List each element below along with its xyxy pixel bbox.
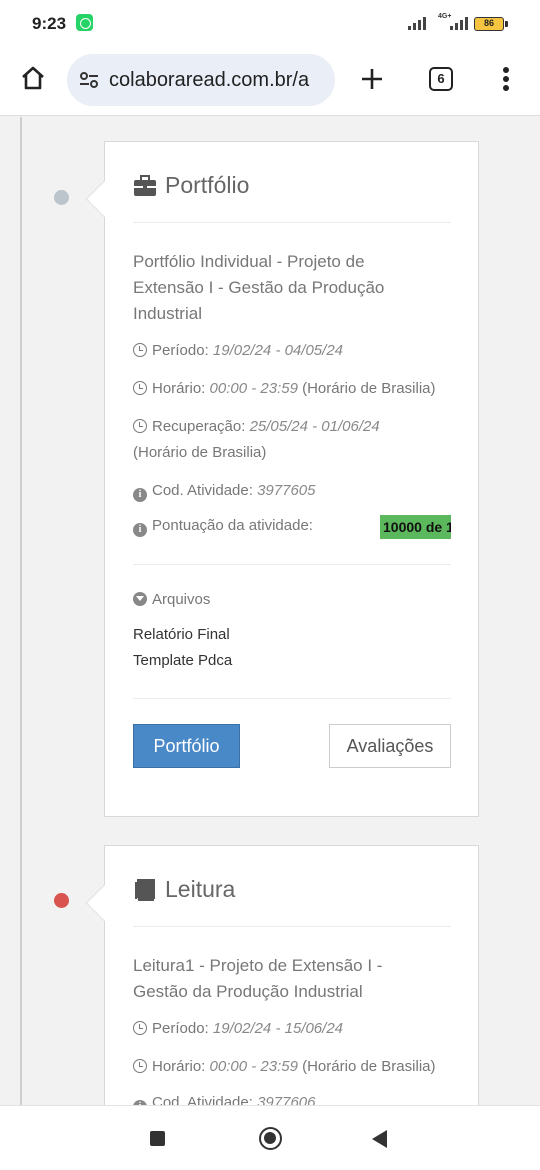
back-icon[interactable] bbox=[372, 1130, 387, 1148]
status-time: 9:23 bbox=[32, 14, 67, 33]
browser-toolbar: colaboraread.com.br/a 6 bbox=[0, 50, 540, 116]
card-title: Portfólio bbox=[133, 172, 249, 199]
activity-card-leitura: Leitura Leitura1 - Projeto de Extensão I… bbox=[86, 845, 479, 1105]
battery-icon: 86 bbox=[474, 17, 508, 31]
horario-row: Horário: 00:00 - 23:59 (Horário de Brasi… bbox=[133, 1054, 453, 1080]
clock-icon bbox=[133, 343, 147, 357]
site-settings-icon[interactable] bbox=[79, 70, 99, 90]
card-title: Leitura bbox=[133, 876, 235, 903]
cod-atividade-row: iCod. Atividade: 3977606 bbox=[133, 1090, 453, 1105]
timeline-dot-portfolio bbox=[54, 190, 69, 205]
new-tab-icon[interactable] bbox=[361, 68, 383, 90]
arquivos-label: Arquivos bbox=[133, 591, 210, 608]
address-bar[interactable]: colaboraread.com.br/a bbox=[67, 54, 335, 106]
status-bar: 9:23 4G+ 86 bbox=[0, 0, 540, 50]
book-icon bbox=[135, 878, 155, 901]
periodo-row: Período: 19/02/24 - 04/05/24 bbox=[133, 338, 453, 364]
divider bbox=[133, 698, 451, 699]
recuperacao-row: Recuperação: 25/05/24 - 01/06/24 (Horário… bbox=[133, 418, 380, 461]
activity-card-portfolio: Portfólio Portfólio Individual - Projeto… bbox=[86, 141, 479, 817]
avaliacoes-button[interactable]: Avaliações bbox=[329, 724, 451, 768]
whatsapp-notification-icon bbox=[76, 14, 93, 31]
wifi-signal-icon bbox=[408, 16, 426, 30]
download-icon bbox=[133, 592, 147, 606]
file-link-template-pdca[interactable]: Template Pdca bbox=[133, 652, 232, 669]
cod-atividade-row: i Cod. Atividade: 3977605 bbox=[133, 478, 453, 504]
timeline-line bbox=[20, 117, 22, 1105]
activity-name: Portfólio Individual - Projeto de Extens… bbox=[133, 252, 385, 323]
horario-row: Horário: 00:00 - 23:59 (Horário de Brasi… bbox=[133, 376, 453, 402]
info-icon: i bbox=[133, 523, 147, 537]
menu-icon[interactable] bbox=[502, 66, 510, 92]
card-type-label: Portfólio bbox=[165, 172, 250, 198]
periodo-row: Período: 19/02/24 - 15/06/24 bbox=[133, 1016, 453, 1042]
clock-icon bbox=[133, 381, 147, 395]
score-badge: 10000 de 1 bbox=[380, 515, 451, 539]
info-icon: i bbox=[133, 488, 147, 502]
clock-icon bbox=[133, 1059, 147, 1073]
clock-icon bbox=[133, 1021, 147, 1035]
divider bbox=[133, 564, 451, 565]
divider bbox=[133, 926, 451, 927]
clock-icon bbox=[133, 419, 147, 433]
activities-timeline: Portfólio Portfólio Individual - Projeto… bbox=[0, 117, 540, 1105]
recents-icon[interactable] bbox=[150, 1131, 165, 1146]
divider bbox=[133, 222, 451, 223]
file-link-relatorio-final[interactable]: Relatório Final bbox=[133, 626, 230, 643]
briefcase-icon bbox=[134, 174, 156, 196]
home-circle-icon[interactable] bbox=[259, 1127, 282, 1150]
tabs-icon[interactable]: 6 bbox=[429, 67, 453, 91]
portfolio-button[interactable]: Portfólio bbox=[133, 724, 240, 768]
home-icon[interactable] bbox=[20, 65, 46, 91]
url-text[interactable]: colaboraread.com.br/a bbox=[109, 69, 327, 92]
system-nav-bar bbox=[0, 1105, 540, 1170]
timeline-dot-leitura bbox=[54, 893, 69, 908]
activity-name: Leitura1 - Projeto de Extensão I - Gestã… bbox=[133, 956, 383, 1001]
cell-signal-icon bbox=[450, 16, 468, 30]
card-type-label: Leitura bbox=[165, 876, 236, 902]
